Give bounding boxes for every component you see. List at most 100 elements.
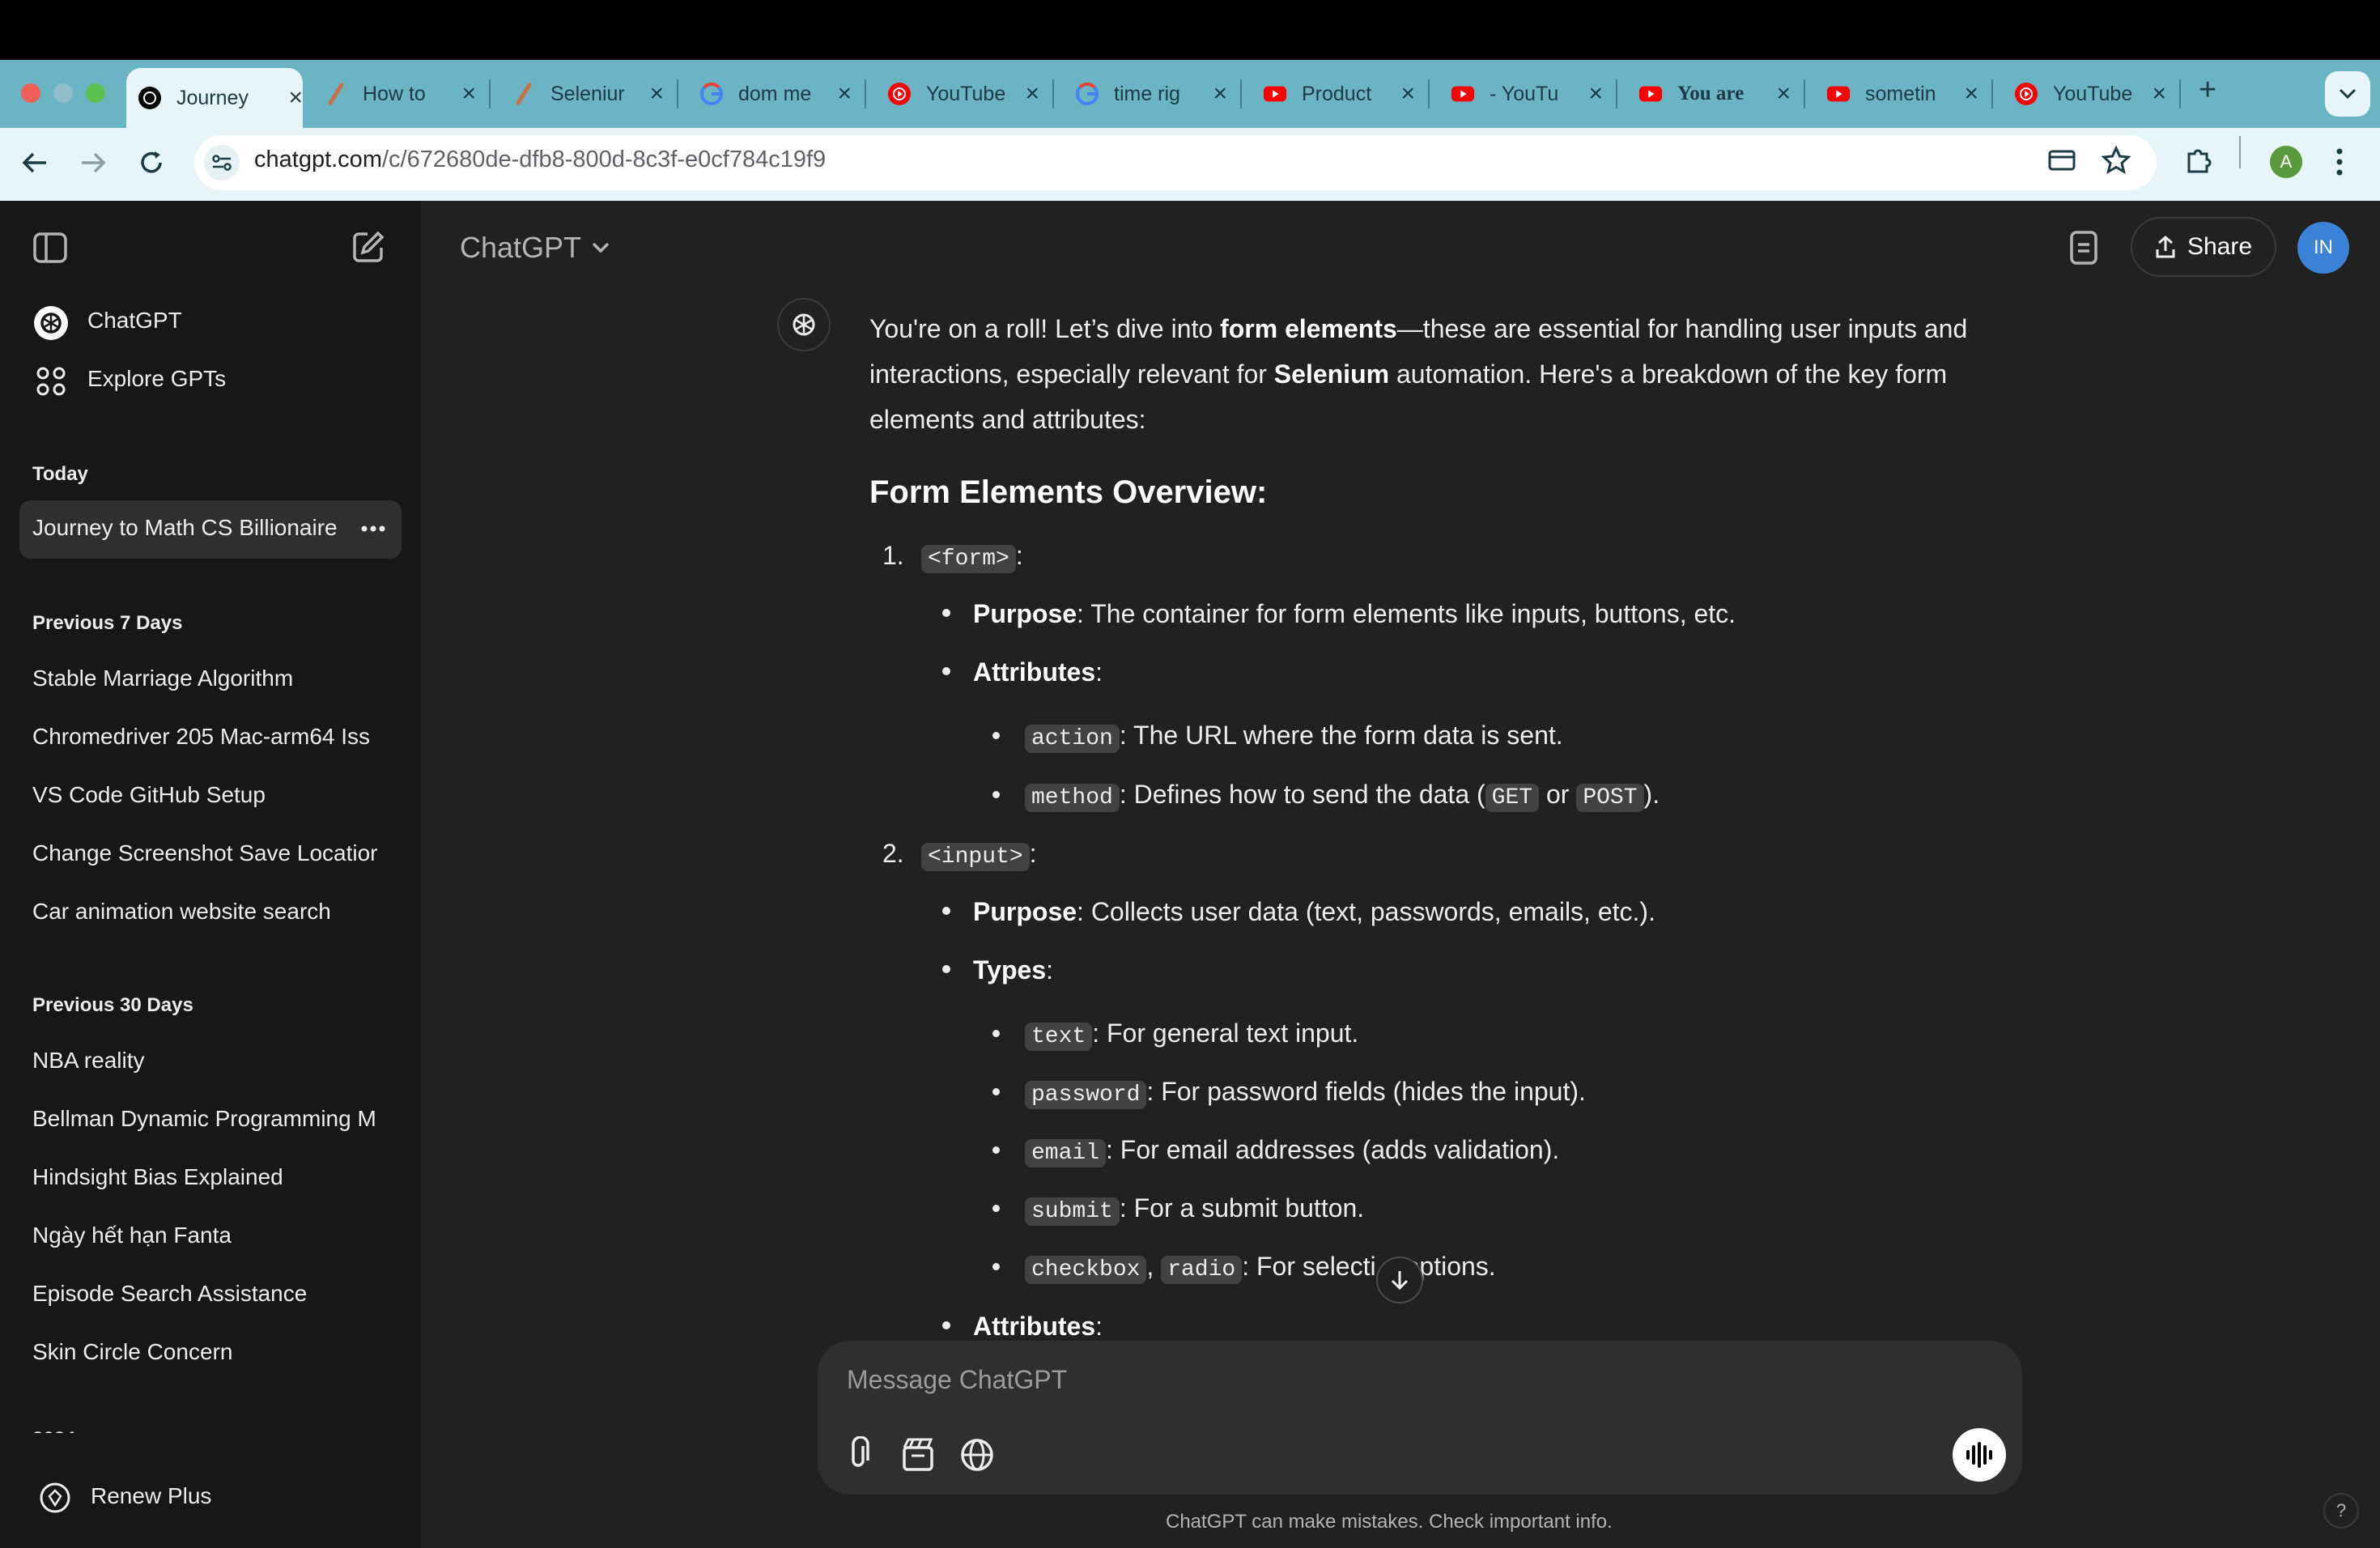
sidebar-item-explore-gpts[interactable]: Explore GPTs (87, 366, 226, 392)
close-tab-icon[interactable]: × (1025, 80, 1039, 108)
inline-code: password (1025, 1081, 1147, 1109)
list-item-title: <input>: (921, 831, 1037, 880)
user-avatar[interactable]: IN (2297, 222, 2349, 274)
browser-tab[interactable]: Product × (1253, 68, 1415, 120)
close-tab-icon[interactable]: × (649, 80, 664, 108)
reload-icon (141, 151, 162, 173)
browser-tab[interactable]: Seleniur × (502, 68, 664, 120)
close-tab-icon[interactable]: × (288, 84, 303, 112)
new-tab-button[interactable]: + (2199, 73, 2231, 113)
close-tab-icon[interactable]: × (2152, 80, 2166, 108)
text-span: : The container for form elements like i… (1077, 599, 1736, 628)
card-icon[interactable] (2048, 149, 2076, 172)
avatar-initials: IN (2314, 236, 2333, 258)
youtube-icon (1451, 82, 1475, 106)
site-info-button[interactable] (204, 145, 240, 181)
browser-tab[interactable]: dom me × (690, 68, 852, 120)
sidebar-chat-item[interactable]: Episode Search Assistance (32, 1281, 389, 1307)
disclaimer-text: ChatGPT can make mistakes. Check importa… (1166, 1511, 1613, 1533)
browser-tab[interactable]: Journey × (126, 68, 303, 128)
sidebar-chat-item[interactable]: Skin Circle Concern (32, 1339, 389, 1365)
sidebar-chat-item[interactable]: Car animation website search (32, 899, 389, 925)
sidebar-chat-item[interactable]: VS Code GitHub Setup (32, 782, 389, 808)
sidebar-chat-item[interactable]: Ngày hết hạn Fanta (32, 1223, 389, 1248)
voice-mode-button[interactable] (1953, 1428, 2006, 1482)
model-selector[interactable]: ChatGPT (460, 231, 581, 265)
sidebar-chat-item[interactable]: Bellman Dynamic Programming M (32, 1106, 389, 1132)
browser-tab[interactable]: YouTube × (878, 68, 1039, 120)
sidebar-item-chatgpt[interactable]: ChatGPT (87, 308, 182, 334)
bookmark-star-icon[interactable] (2102, 146, 2131, 175)
window-zoom-button[interactable] (86, 83, 105, 103)
profile-avatar[interactable]: A (2270, 146, 2302, 178)
close-tab-icon[interactable]: × (1588, 80, 1603, 108)
claude-icon (324, 82, 348, 106)
bold-text: Purpose (973, 599, 1077, 628)
attach-paperclip-icon[interactable] (844, 1436, 873, 1472)
browser-tab[interactable]: YouTube × (2004, 68, 2166, 120)
bullet (992, 732, 1000, 739)
close-tab-icon[interactable]: × (1400, 80, 1415, 108)
message-input[interactable]: Message ChatGPT (847, 1365, 1067, 1395)
google-icon (1075, 82, 1099, 106)
renew-plus-button[interactable]: Renew Plus (91, 1483, 211, 1509)
youtube-music-icon (2014, 82, 2038, 106)
text-span: You're on a roll! Let’s dive into (869, 314, 1221, 343)
close-tab-icon[interactable]: × (461, 80, 476, 108)
close-tab-icon[interactable]: × (1776, 80, 1791, 108)
url-text[interactable]: chatgpt.com/c/672680de-dfb8-800d-8c3f-e0… (254, 147, 826, 173)
browser-tab[interactable]: - YouTu × (1441, 68, 1603, 120)
sidebar-chat-item[interactable]: Chromedriver 205 Mac-arm64 Iss (32, 724, 389, 750)
text-span: : Defines how to send the data ( (1119, 780, 1485, 809)
forward-button[interactable] (74, 144, 112, 181)
audio-wave-icon (1966, 1442, 1992, 1468)
list-item-text: method: Defines how to send the data (GE… (1025, 772, 1660, 821)
bold-text: Selenium (1273, 359, 1390, 389)
reload-button[interactable] (133, 144, 170, 181)
document-icon[interactable] (2069, 230, 2098, 266)
extensions-puzzle-icon[interactable] (2184, 146, 2213, 175)
bold-text: Purpose (973, 897, 1077, 926)
tab-search-button[interactable] (2325, 71, 2370, 117)
new-chat-icon[interactable] (351, 230, 385, 264)
tab-separator (2179, 79, 2181, 108)
more-vertical-icon[interactable] (2335, 147, 2344, 176)
scroll-to-bottom-button[interactable] (1376, 1257, 1423, 1303)
text-span: , (1146, 1252, 1162, 1281)
bullet (992, 1146, 1000, 1154)
sidebar-chat-item[interactable]: Stable Marriage Algorithm (32, 666, 389, 691)
message-heading: Form Elements Overview: (869, 474, 1268, 510)
help-button[interactable]: ? (2323, 1493, 2359, 1529)
close-tab-icon[interactable]: × (837, 80, 852, 108)
browser-tab[interactable]: How to × (314, 68, 476, 120)
clapperboard-icon[interactable] (902, 1436, 934, 1472)
message-composer (818, 1341, 2022, 1495)
tab-title: You are (1677, 83, 1745, 104)
text-span: or (1539, 780, 1577, 809)
bullet (992, 1030, 1000, 1037)
chevron-down-icon[interactable] (591, 241, 610, 254)
share-button[interactable]: Share (2131, 217, 2276, 277)
browser-tab[interactable]: time rig × (1065, 68, 1227, 120)
close-tab-icon[interactable]: × (1964, 80, 1978, 108)
inline-code: submit (1025, 1197, 1120, 1226)
sidebar-toggle-icon[interactable] (32, 232, 68, 264)
sidebar-chat-item[interactable]: Hindsight Bias Explained (32, 1164, 389, 1190)
sidebar-chat-item[interactable]: Change Screenshot Save Locatior (32, 840, 389, 866)
youtube-music-icon (887, 82, 912, 106)
sidebar-chat-item[interactable]: NBA reality (32, 1048, 389, 1074)
back-button[interactable] (16, 144, 53, 181)
sidebar-chat-title[interactable]: Journey to Math CS Billionaire (32, 515, 346, 541)
window-minimize-button[interactable] (53, 83, 73, 103)
bullet (942, 965, 950, 973)
window-close-button[interactable] (21, 83, 40, 103)
close-tab-icon[interactable]: × (1213, 80, 1227, 108)
globe-icon[interactable] (960, 1438, 994, 1472)
renew-icon (39, 1482, 71, 1514)
more-horizontal-icon[interactable] (361, 525, 385, 533)
browser-tab[interactable]: You are × (1629, 68, 1791, 120)
bullet (992, 1088, 1000, 1095)
browser-tab[interactable]: sometin × (1817, 68, 1978, 120)
text-span: : For email addresses (adds validation). (1106, 1135, 1560, 1164)
claude-icon (512, 82, 536, 106)
